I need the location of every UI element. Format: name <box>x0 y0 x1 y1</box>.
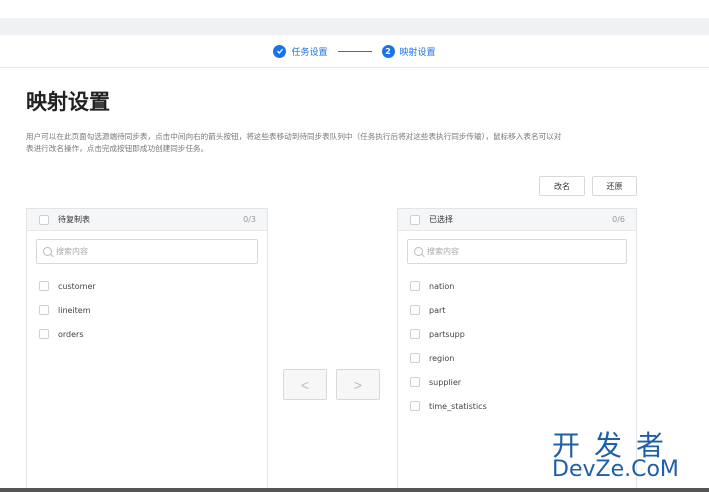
item-label: partsupp <box>429 329 465 339</box>
list-item[interactable]: customer <box>27 274 267 298</box>
selected-search-box <box>407 239 627 264</box>
source-table-panel: 待复制表 0/3 customer lineitem orders <box>26 208 268 492</box>
select-all-selected-checkbox[interactable] <box>410 214 420 225</box>
step-2: 2 映射设置 <box>381 44 436 58</box>
watermark: 开发者 DevZe.CoM <box>552 424 702 488</box>
item-label: nation <box>429 281 455 291</box>
bottom-divider <box>0 488 709 492</box>
selected-search-input[interactable] <box>427 247 607 256</box>
check-icon <box>273 44 287 58</box>
item-label: lineitem <box>58 305 91 315</box>
item-checkbox[interactable] <box>39 329 49 339</box>
item-label: time_statistics <box>429 401 487 411</box>
item-checkbox[interactable] <box>410 353 420 363</box>
step-1: 任务设置 <box>273 44 328 58</box>
steps-bar: 任务设置 2 映射设置 <box>0 35 709 68</box>
list-item[interactable]: partsupp <box>398 322 636 346</box>
top-bar <box>0 0 709 35</box>
selected-table-list: nation part partsupp region supplier tim… <box>398 274 636 418</box>
item-label: part <box>429 305 446 315</box>
page-title: 映射设置 <box>26 90 110 114</box>
step-2-number: 2 <box>381 44 395 58</box>
search-icon <box>414 247 423 256</box>
list-item[interactable]: supplier <box>398 370 636 394</box>
source-panel-title: 待复制表 <box>58 215 90 224</box>
source-search-input[interactable] <box>56 247 236 256</box>
list-item[interactable]: orders <box>27 322 267 346</box>
item-checkbox[interactable] <box>410 377 420 387</box>
rename-button[interactable]: 改名 <box>539 176 585 196</box>
item-checkbox[interactable] <box>410 305 420 315</box>
selected-panel-header: 已选择 0/6 <box>398 209 636 231</box>
list-item[interactable]: nation <box>398 274 636 298</box>
list-item[interactable]: part <box>398 298 636 322</box>
source-table-list: customer lineitem orders <box>27 274 267 346</box>
search-icon <box>43 247 52 256</box>
source-search-box <box>36 239 258 264</box>
watermark-en: DevZe.CoM <box>552 457 679 482</box>
selected-count: 0/6 <box>612 215 625 224</box>
source-panel-header: 待复制表 0/3 <box>27 209 267 231</box>
item-label: customer <box>58 281 96 291</box>
item-label: region <box>429 353 455 363</box>
item-checkbox[interactable] <box>410 281 420 291</box>
list-item[interactable]: region <box>398 346 636 370</box>
move-left-button[interactable]: < <box>283 369 327 400</box>
item-label: supplier <box>429 377 462 387</box>
top-strip <box>0 18 709 35</box>
list-item[interactable]: time_statistics <box>398 394 636 418</box>
step-1-label: 任务设置 <box>291 47 328 58</box>
selected-panel-title: 已选择 <box>429 215 453 224</box>
step-connector <box>337 50 372 52</box>
item-checkbox[interactable] <box>39 305 49 315</box>
source-count: 0/3 <box>243 215 256 224</box>
list-item[interactable]: lineitem <box>27 298 267 322</box>
restore-button[interactable]: 还原 <box>592 176 637 196</box>
move-right-button[interactable]: > <box>336 369 380 400</box>
page-description: 用户可以在此页面勾选源端待同步表，点击中间向右的箭头按钮，将这些表移动到待同步表… <box>26 132 562 153</box>
item-checkbox[interactable] <box>410 401 420 411</box>
select-all-source-checkbox[interactable] <box>39 214 49 225</box>
item-checkbox[interactable] <box>410 329 420 339</box>
item-label: orders <box>58 329 84 339</box>
step-2-label: 映射设置 <box>399 47 436 58</box>
item-checkbox[interactable] <box>39 281 49 291</box>
